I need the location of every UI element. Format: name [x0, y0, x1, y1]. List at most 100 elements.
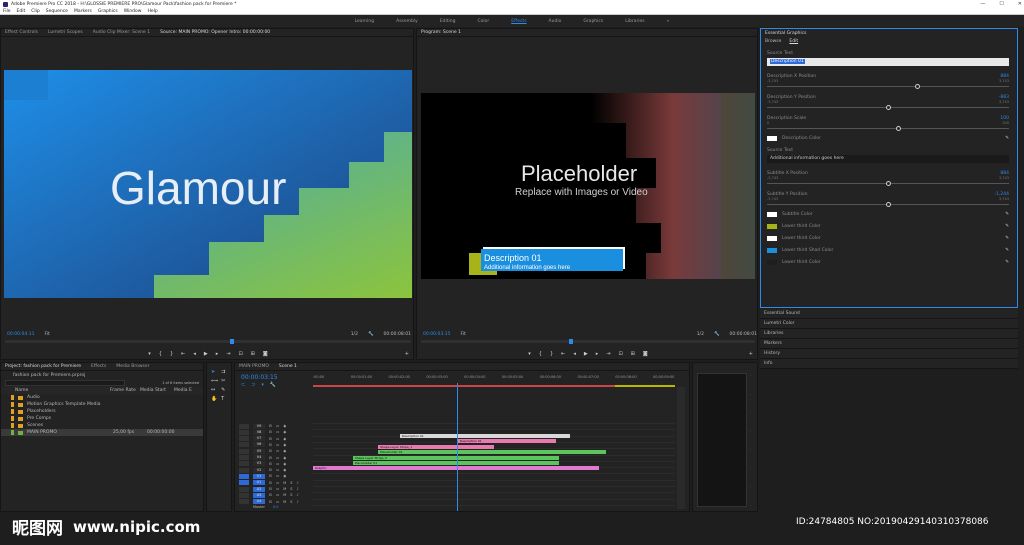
project-tab[interactable]: Effects [91, 364, 106, 369]
wrench-icon[interactable]: 🔧 [714, 332, 720, 337]
lock-icon[interactable]: ⊟ [269, 487, 272, 491]
track-label[interactable]: A4 [253, 499, 265, 505]
go-to-in-icon[interactable]: ⇤ [561, 351, 565, 357]
source-patch-toggle[interactable] [239, 448, 249, 454]
lock-icon[interactable]: ⊟ [269, 493, 272, 497]
eg-slider-track[interactable] [767, 202, 1009, 207]
out-point-icon[interactable]: } [170, 351, 173, 357]
timeline-clip[interactable]: Shape Layer Stripe_1 [378, 444, 494, 449]
type-tool-icon[interactable]: T [221, 396, 227, 402]
selection-tool-icon[interactable]: ➤ [211, 369, 218, 375]
collapsed-panel-info[interactable]: Info [760, 359, 1018, 369]
menu-edit[interactable]: Edit [17, 9, 26, 14]
sync-icon[interactable]: ▭ [276, 474, 279, 478]
label-color-chip[interactable] [11, 423, 14, 428]
step-back-icon[interactable]: ◂ [573, 351, 576, 357]
eg-source-text-field[interactable]: Description 01 [767, 58, 1009, 66]
eg-slider-knob[interactable] [886, 181, 891, 186]
sync-icon[interactable]: ▭ [276, 462, 279, 466]
menu-sequence[interactable]: Sequence [46, 9, 68, 14]
sync-icon[interactable]: ▭ [276, 456, 279, 460]
eg-tab-edit[interactable]: Edit [789, 39, 798, 44]
solo-icon[interactable]: S [290, 493, 292, 497]
workspace-editing[interactable]: Editing [440, 19, 456, 24]
track-label[interactable]: V8 [253, 429, 265, 435]
timeline-clip[interactable]: Description 01 [457, 439, 556, 444]
eye-icon[interactable]: ◉ [283, 449, 286, 453]
project-tab[interactable]: Project: fashion pack for Premiere [5, 364, 81, 369]
eye-icon[interactable]: ◉ [283, 468, 286, 472]
eg-source-text-2-field[interactable]: Additional information goes here [767, 155, 1009, 163]
menu-graphics[interactable]: Graphics [98, 9, 118, 14]
extract-icon[interactable]: ⊞ [631, 351, 635, 357]
track-label[interactable]: V6 [253, 442, 265, 448]
program-tab[interactable]: Program: Scene 1 [421, 30, 461, 35]
play-icon[interactable]: ▶ [204, 351, 208, 357]
program-fit-select[interactable]: Fit [460, 332, 465, 337]
workspace-libraries[interactable]: Libraries [625, 19, 644, 24]
timeline-clip[interactable]: Placeholder 01 [378, 450, 607, 455]
source-patch-toggle[interactable] [239, 480, 249, 486]
track-label[interactable]: A1 [253, 480, 265, 486]
eg-color-swatch[interactable] [767, 260, 777, 265]
project-item[interactable]: Pre Comps [1, 415, 203, 422]
collapsed-panel-history[interactable]: History [760, 349, 1018, 359]
lock-icon[interactable]: ⊟ [269, 430, 272, 434]
in-point-icon[interactable]: { [539, 351, 542, 357]
project-item[interactable]: Scenes [1, 422, 203, 429]
track-label[interactable]: V2 [253, 467, 265, 473]
go-to-out-icon[interactable]: ⇥ [226, 351, 230, 357]
source-patch-toggle[interactable] [239, 429, 249, 435]
track-area[interactable]: Description 01 Description 01 Shape Layer … [313, 423, 675, 511]
program-scrubber[interactable] [421, 339, 755, 344]
eg-slider-track[interactable] [767, 181, 1009, 186]
add-button-icon[interactable]: + [749, 351, 753, 357]
minimize-button[interactable]: — [980, 1, 985, 7]
lock-icon[interactable]: ⊟ [269, 474, 272, 478]
eyedropper-icon[interactable]: ✎ [1005, 248, 1009, 253]
work-area-bar[interactable] [313, 385, 675, 387]
program-ratio-select[interactable]: 1/2 [697, 332, 704, 337]
eye-icon[interactable]: ◉ [283, 437, 286, 441]
track-label[interactable]: V7 [253, 436, 265, 442]
source-ratio-select[interactable]: 1/2 [351, 332, 358, 337]
marker-icon[interactable]: ▾ [148, 351, 151, 357]
project-item[interactable]: Placeholders [1, 408, 203, 415]
source-playhead[interactable] [230, 339, 234, 344]
lock-icon[interactable]: ⊟ [269, 456, 272, 460]
microphone-icon[interactable]: ♪ [297, 481, 299, 485]
camera-icon[interactable]: ◙ [263, 351, 268, 357]
mute-icon[interactable]: M [283, 500, 286, 504]
collapsed-panel-libraries[interactable]: Libraries [760, 329, 1018, 339]
project-item[interactable]: MAIN PROMO 25,00 fps 00:00:00:00 [1, 429, 203, 436]
source-patch-toggle[interactable] [239, 473, 249, 479]
source-patch-toggle[interactable] [239, 486, 249, 492]
project-column-header[interactable]: Media Start [140, 388, 174, 393]
project-column-header[interactable]: Frame Rate [110, 388, 140, 393]
workspace-learning[interactable]: Learning [355, 19, 375, 24]
track-select-tool-icon[interactable]: ⇉ [221, 369, 227, 375]
eg-color-swatch[interactable] [767, 236, 777, 241]
workspace-audio[interactable]: Audio [549, 19, 562, 24]
source-scrubber[interactable] [5, 339, 411, 344]
mute-icon[interactable]: M [283, 487, 286, 491]
program-playhead[interactable] [569, 339, 573, 344]
eye-icon[interactable]: ◉ [283, 443, 286, 447]
label-color-chip[interactable] [11, 430, 14, 435]
sync-icon[interactable]: ▭ [276, 424, 279, 428]
source-patch-toggle[interactable] [239, 442, 249, 448]
sync-icon[interactable]: ▭ [276, 430, 279, 434]
source-preview[interactable]: Glamour [4, 70, 412, 298]
add-marker-icon[interactable]: ▾ [261, 382, 264, 388]
program-timecode[interactable]: 00:00:03:15 [423, 332, 450, 337]
menu-help[interactable]: Help [147, 9, 157, 14]
lock-icon[interactable]: ⊟ [269, 424, 272, 428]
label-color-chip[interactable] [11, 395, 14, 400]
timeline-ruler[interactable]: :00:00 00:00:01:00 00:00:02:00 00:00:03:00 0… [313, 375, 675, 383]
mute-icon[interactable]: M [283, 493, 286, 497]
source-patch-toggle[interactable] [239, 492, 249, 498]
project-search-input[interactable] [5, 380, 125, 386]
lock-icon[interactable]: ⊟ [269, 500, 272, 504]
razor-tool-icon[interactable]: ✂ [221, 378, 227, 384]
sync-icon[interactable]: ▭ [276, 500, 279, 504]
